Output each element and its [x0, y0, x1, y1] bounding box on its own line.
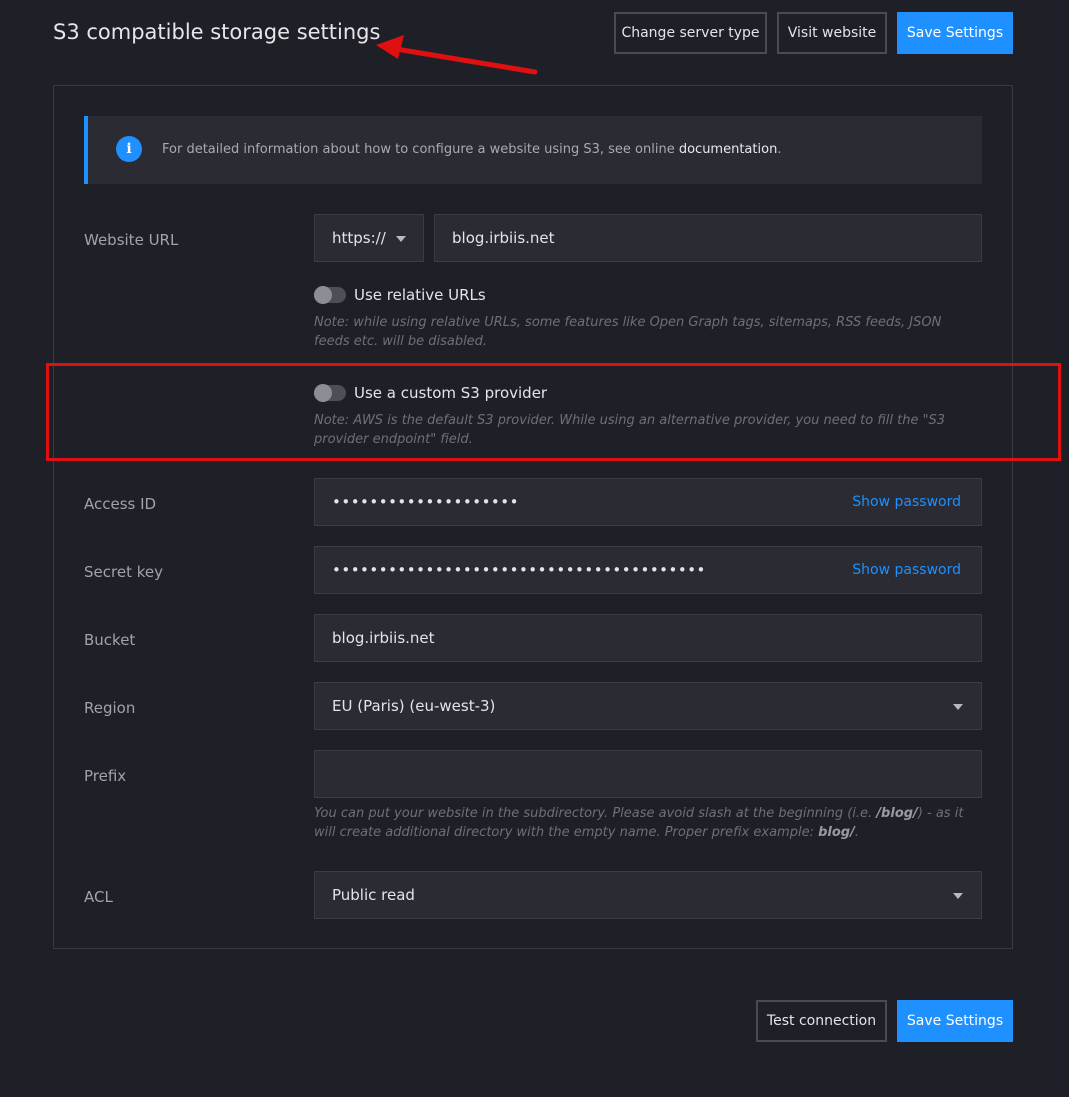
access-id-input[interactable]: •••••••••••••••••••• Show password: [314, 478, 982, 526]
change-server-type-button[interactable]: Change server type: [614, 12, 767, 54]
prefix-note-bad-example: /blog/: [876, 806, 918, 821]
protocol-select[interactable]: https://: [314, 214, 424, 262]
show-secret-key-link[interactable]: Show password: [852, 562, 961, 578]
prefix-note: You can put your website in the subdirec…: [314, 804, 974, 842]
prefix-input[interactable]: [314, 750, 982, 798]
footer-save-settings-button[interactable]: Save Settings: [897, 1000, 1013, 1042]
secret-key-input[interactable]: ••••••••••••••••••••••••••••••••••••••••…: [314, 546, 982, 594]
info-text: For detailed information about how to co…: [162, 142, 781, 157]
annotation-highlight-box: [46, 363, 1061, 461]
bucket-value: blog.irbiis.net: [332, 629, 435, 647]
prefix-note-text: You can put your website in the subdirec…: [314, 806, 877, 821]
page-title: S3 compatible storage settings: [53, 20, 381, 44]
acl-label: ACL: [84, 888, 113, 906]
secret-key-value: ••••••••••••••••••••••••••••••••••••••••: [332, 561, 706, 579]
info-message: For detailed information about how to co…: [162, 142, 679, 157]
relative-urls-note: Note: while using relative URLs, some fe…: [314, 315, 942, 349]
website-url-value: blog.irbiis.net: [452, 229, 555, 247]
info-icon: i: [116, 136, 142, 162]
access-id-label: Access ID: [84, 495, 157, 513]
region-select[interactable]: EU (Paris) (eu-west-3): [314, 682, 982, 730]
info-suffix: .: [777, 142, 782, 157]
region-label: Region: [84, 699, 136, 717]
prefix-note-good-example: blog/: [818, 825, 855, 840]
protocol-value: https://: [332, 229, 386, 247]
show-access-id-link[interactable]: Show password: [852, 494, 961, 510]
prefix-label: Prefix: [84, 767, 127, 785]
annotation-arrow: [360, 30, 540, 84]
access-id-value: ••••••••••••••••••••: [332, 493, 519, 511]
relative-urls-toggle[interactable]: [314, 286, 346, 304]
chevron-down-icon: [396, 236, 406, 242]
region-value: EU (Paris) (eu-west-3): [332, 697, 496, 715]
save-settings-button[interactable]: Save Settings: [897, 12, 1013, 54]
bucket-label: Bucket: [84, 631, 136, 649]
info-banner: i For detailed information about how to …: [84, 116, 982, 184]
website-url-label: Website URL: [84, 231, 179, 249]
toggle-knob: [314, 286, 332, 304]
relative-urls-label: Use relative URLs: [354, 286, 486, 304]
chevron-down-icon: [953, 893, 963, 899]
website-url-input[interactable]: blog.irbiis.net: [434, 214, 982, 262]
bucket-input[interactable]: blog.irbiis.net: [314, 614, 982, 662]
visit-website-button[interactable]: Visit website: [777, 12, 887, 54]
chevron-down-icon: [953, 704, 963, 710]
acl-value: Public read: [332, 886, 415, 904]
acl-select[interactable]: Public read: [314, 871, 982, 919]
secret-key-label: Secret key: [84, 563, 163, 581]
test-connection-button[interactable]: Test connection: [756, 1000, 887, 1042]
prefix-note-end: .: [854, 825, 859, 840]
documentation-link[interactable]: documentation: [679, 142, 777, 157]
